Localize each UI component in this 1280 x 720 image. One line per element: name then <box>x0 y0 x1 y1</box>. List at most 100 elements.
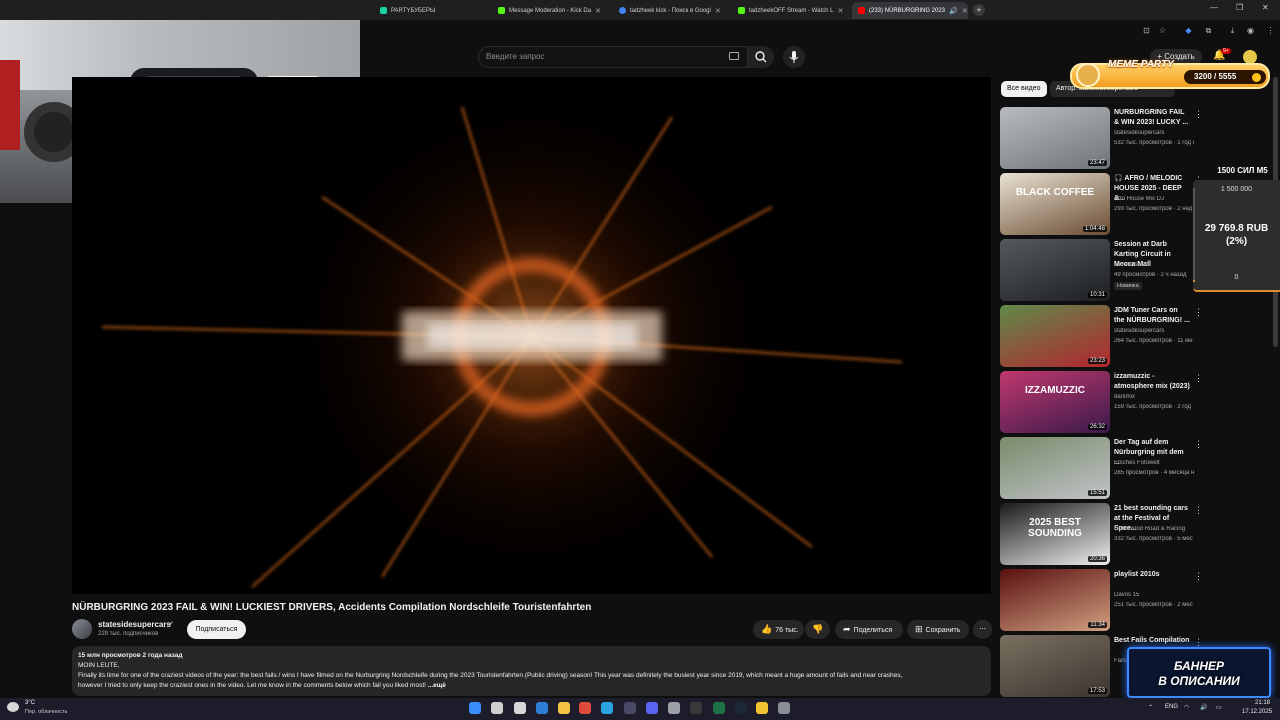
explorer-app-icon[interactable] <box>558 702 570 714</box>
voice-search-button[interactable] <box>783 46 805 68</box>
install-app-icon[interactable]: ⊡ <box>1142 26 1151 35</box>
account-avatar[interactable] <box>1243 50 1257 64</box>
video-thumbnail[interactable]: 2025 BEST SOUNDING 20:36 <box>1000 503 1110 565</box>
close-tab-icon[interactable]: ✕ <box>595 7 601 15</box>
profile-icon[interactable]: ◉ <box>1246 26 1255 35</box>
more-options-icon[interactable]: ⋮ <box>1194 307 1203 318</box>
recommendation-channel[interactable]: statesidesupercars <box>1114 328 1194 334</box>
video-thumbnail[interactable]: 11:34 <box>1000 569 1110 631</box>
channel-name[interactable]: statesidesupercars <box>98 620 171 629</box>
video-thumbnail[interactable]: 23:47 <box>1000 107 1110 169</box>
recommendation-item[interactable]: 2025 BEST SOUNDING 20:36 21 best sounding … <box>1000 503 1203 565</box>
close-window-icon[interactable]: ✕ <box>1262 3 1269 12</box>
recommendation-item[interactable]: BLACK COFFEE 1:04:48 🎧 AFRO / MELODIC HOUS… <box>1000 173 1203 235</box>
tray-chevron-icon[interactable]: ⌃ <box>1148 704 1153 711</box>
video-thumbnail[interactable]: IZZAMUZZIC 26:32 <box>1000 371 1110 433</box>
discord-app-icon[interactable] <box>646 702 658 714</box>
tab-youtube-active[interactable]: (233) NÜRBURGRING 2023 🔊 ✕ <box>852 2 968 19</box>
start-button-icon[interactable] <box>469 702 481 714</box>
search-app-icon[interactable] <box>491 702 503 714</box>
recommendation-channel[interactable]: Etsches Fotowelt <box>1114 460 1194 466</box>
lang-indicator[interactable]: ENG <box>1165 704 1178 710</box>
recommendation-channel[interactable]: Jad Abdallah <box>1114 262 1194 268</box>
recommendation-item[interactable]: 23:47 NURBURGRING FAIL & WIN 2023! LUCKY … <box>1000 107 1203 169</box>
subscribe-button[interactable]: Подписаться <box>187 620 246 639</box>
more-actions-button[interactable]: ⋯ <box>973 620 992 639</box>
like-button[interactable]: 👍 76 тыс. <box>753 620 804 639</box>
excel-app-icon[interactable] <box>713 702 725 714</box>
wifi-icon[interactable]: ◠ <box>1184 704 1189 711</box>
pay-app-icon[interactable] <box>756 702 768 714</box>
more-options-icon[interactable]: ⋮ <box>1194 571 1203 582</box>
bookmark-star-icon[interactable]: ☆ <box>1158 26 1167 35</box>
tab-partybubery[interactable]: PARTYБУБЕРЫ <box>374 2 482 19</box>
video-description[interactable]: 15 млн просмотров 2 года назад MOIN LEUT… <box>72 646 991 696</box>
show-more-link[interactable]: ...ещё <box>428 682 446 689</box>
telegram-app-icon[interactable] <box>601 702 613 714</box>
volume-icon[interactable]: 🔊 <box>1200 704 1207 711</box>
recommendation-title[interactable]: Best Fails Compilation <box>1114 636 1190 646</box>
extension-icon[interactable]: ◆ <box>1184 26 1193 35</box>
recommendation-item[interactable]: 23:23 JDM Tuner Cars on the NÜRBURGRING! … <box>1000 305 1203 367</box>
clock-date[interactable]: 17.12.2025 <box>1242 709 1272 715</box>
settings-app-icon[interactable] <box>668 702 680 714</box>
extensions-puzzle-icon[interactable]: ⧉ <box>1204 26 1213 35</box>
download-icon[interactable]: ⤓ <box>1228 26 1237 35</box>
close-tab-icon[interactable]: ✕ <box>715 7 721 15</box>
video-thumbnail[interactable]: 17:53 <box>1000 635 1110 697</box>
more-options-icon[interactable]: ⋮ <box>1194 109 1203 120</box>
search-input[interactable]: Введите запрос <box>478 46 748 68</box>
more-options-icon[interactable]: ⋮ <box>1194 439 1203 450</box>
close-tab-icon[interactable]: ✕ <box>962 7 968 15</box>
recommendation-title[interactable]: playlist 2010s <box>1114 570 1190 580</box>
more-options-icon[interactable]: ⋮ <box>1194 505 1203 516</box>
video-thumbnail[interactable]: BLACK COFFEE 1:04:48 <box>1000 173 1110 235</box>
recommendation-title[interactable]: NURBURGRING FAIL & WIN 2023! LUCKY ... <box>1114 108 1190 128</box>
maximize-icon[interactable]: ❐ <box>1236 3 1243 12</box>
minimize-icon[interactable]: — <box>1210 3 1218 12</box>
video-thumbnail[interactable]: 23:23 <box>1000 305 1110 367</box>
chrome-app-icon[interactable] <box>579 702 591 714</box>
widgets-app-icon[interactable] <box>536 702 548 714</box>
recommendation-channel[interactable]: Davos 15 <box>1114 592 1194 598</box>
video-thumbnail[interactable]: 15:51 <box>1000 437 1110 499</box>
recommendation-item[interactable]: 11:34 playlist 2010s Davos 15 251 тыс. прос… <box>1000 569 1203 631</box>
recommendation-item[interactable]: 10:31 Session at Darb Karting Circuit in … <box>1000 239 1203 301</box>
speaker-icon[interactable]: 🔊 <box>949 7 958 15</box>
search-button[interactable] <box>748 46 774 68</box>
dislike-button[interactable]: 👎 <box>805 620 830 639</box>
menu-dots-icon[interactable]: ⋮ <box>1266 26 1275 35</box>
tab-google-search[interactable]: tadzheek kick - Поиск в Googl ✕ <box>613 2 725 19</box>
chip-all-videos[interactable]: Все видео <box>1001 81 1047 97</box>
cloud-icon[interactable] <box>7 702 19 712</box>
weather-description[interactable]: Пер. облачность <box>25 709 67 715</box>
video-player[interactable] <box>72 77 991 594</box>
channel-avatar[interactable] <box>72 619 92 639</box>
obs-app-icon[interactable] <box>624 702 636 714</box>
steam-app-icon[interactable] <box>735 702 747 714</box>
terminal-app-icon[interactable] <box>690 702 702 714</box>
tab-kick-stream[interactable]: tadzheekOFF Stream - Watch L ✕ <box>732 2 844 19</box>
recommendation-channel[interactable]: Goodwood Road & Racing <box>1114 526 1194 532</box>
goal-start: 0 <box>1234 274 1239 281</box>
share-button[interactable]: ➦ Поделиться <box>835 620 903 639</box>
taskview-app-icon[interactable] <box>514 702 526 714</box>
new-tab-button[interactable]: + <box>973 4 985 16</box>
recommendation-title[interactable]: JDM Tuner Cars on the NÜRBURGRING! ... <box>1114 306 1190 326</box>
clock-time[interactable]: 21:18 <box>1255 700 1270 706</box>
save-button[interactable]: ⊞ Сохранить <box>907 620 969 639</box>
gear-app-icon[interactable] <box>778 702 790 714</box>
more-options-icon[interactable]: ⋮ <box>1194 373 1203 384</box>
video-thumbnail[interactable]: 10:31 <box>1000 239 1110 301</box>
recommendation-channel[interactable]: darkmix <box>1114 394 1194 400</box>
keyboard-icon[interactable] <box>729 52 739 60</box>
recommendation-channel[interactable]: statesidesupercars <box>1114 130 1194 136</box>
recommendation-item[interactable]: IZZAMUZZIC 26:32 izzamuzzic - atmosphere m… <box>1000 371 1203 433</box>
tab-message-moderation[interactable]: Message Moderation - Kick Da ✕ <box>492 2 604 19</box>
battery-icon[interactable]: ▭ <box>1216 704 1222 711</box>
recommendation-item[interactable]: 15:51 Der Tag auf dem Nürburgring mit dem… <box>1000 437 1203 499</box>
close-tab-icon[interactable]: ✕ <box>837 7 843 15</box>
weather-temperature[interactable]: 3°C <box>25 700 35 706</box>
recommendation-title[interactable]: izzamuzzic - atmosphere mix (2023) <box>1114 372 1190 392</box>
recommendation-channel[interactable]: Afro House Mix DJ <box>1114 196 1194 202</box>
